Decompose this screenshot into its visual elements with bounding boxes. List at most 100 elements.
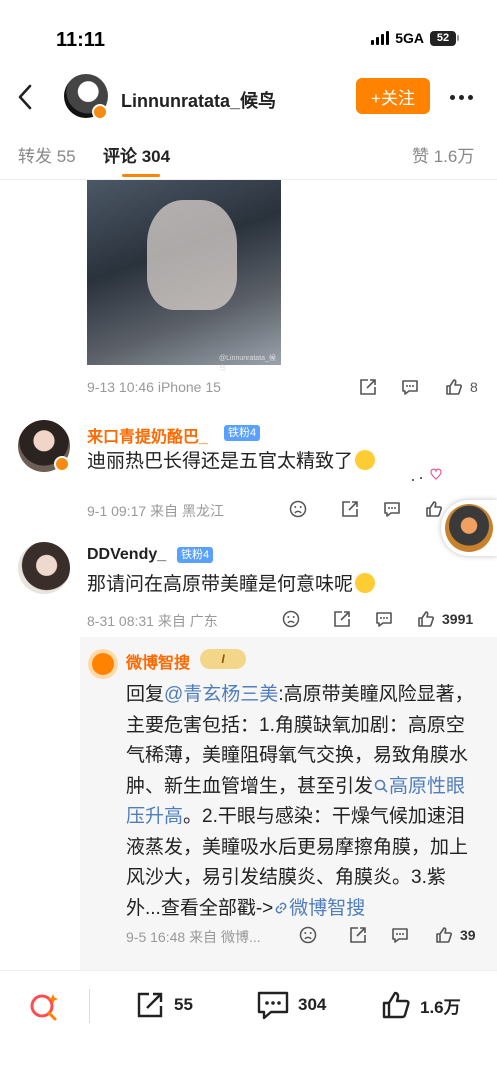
thumbs-up-icon [418,611,434,627]
share-icon [334,611,350,627]
commenter-name[interactable]: DDVendy_ [87,546,166,564]
laughing-emoji-icon [355,450,376,470]
thumbs-up-icon [426,501,442,517]
comment-feed[interactable]: @Linnunratata_候鸟 9-13 10:46 iPhone 15 8 … [0,180,497,970]
dislike-button[interactable] [281,609,301,629]
heart-sticker-icon [412,468,442,481]
chevron-left-icon [18,84,32,110]
share-button[interactable] [348,925,368,945]
comment-icon [384,502,400,517]
reply-location: 来自 微博... [189,929,261,945]
source-link[interactable]: 微博智搜 [273,898,365,919]
reply-button[interactable] [390,925,410,945]
thumbs-up-icon [382,991,410,1019]
frown-face-icon [289,500,307,518]
divider [89,989,90,1023]
like-count: 3991 [442,611,474,627]
comment-icon [402,380,418,395]
floating-author-avatar[interactable] [441,500,497,556]
reply-button[interactable] [382,499,402,519]
active-tab-indicator [122,174,160,177]
like-count: 39 [460,927,476,943]
verified-badge-icon [92,104,108,120]
like-button[interactable]: 39 [434,925,476,945]
ai-search-icon [30,994,58,1021]
repost-count: 55 [174,995,193,1014]
like-post-button[interactable]: 1.6万 [380,989,461,1021]
commenter-name[interactable]: 来口青提奶酪巴_ [87,423,208,447]
share-icon [342,501,358,517]
share-button[interactable] [332,609,352,629]
repost-icon [137,992,163,1018]
crown-level-badge: I [200,649,246,669]
fan-level-badge: 铁粉4 [177,547,214,563]
dislike-button[interactable] [288,499,308,519]
comment-meta: 9-13 10:46 iPhone 15 [87,379,221,395]
verified-badge-icon [54,456,70,472]
like-count: 1.6万 [420,997,461,1017]
network-type: 5GA [395,30,424,46]
reply-button[interactable] [400,377,420,397]
share-button[interactable] [358,377,378,397]
follow-button[interactable]: +关注 [356,78,430,114]
like-button[interactable] [424,499,444,519]
repost-button[interactable]: 55 [134,989,193,1021]
comment-location: 来自 黑龙江 [150,503,224,519]
signal-icon [371,31,390,45]
comment-device: iPhone 15 [157,379,221,395]
bottom-action-bar: 55 304 1.6万 [0,970,497,1080]
status-bar: 11:11 5GA 52 [0,0,497,70]
like-count: 8 [470,379,478,395]
search-icon [374,779,388,793]
frown-face-icon [299,926,317,944]
author-name[interactable]: Linnunratata_候鸟 [121,87,276,113]
share-icon [350,927,366,943]
like-button[interactable]: 8 [444,377,478,397]
mention-link[interactable]: @青玄杨三美 [164,684,278,705]
detail-tabs: 转发 55 评论 304 赞 1.6万 [0,125,497,180]
post-header: Linnunratata_候鸟 +关注 [0,70,497,125]
comment-meta: 9-1 09:17 来自 黑龙江 [87,501,224,521]
reply-date: 9-5 16:48 [126,929,186,945]
author-avatar[interactable] [64,74,108,120]
reply-button[interactable] [374,609,394,629]
thumbs-up-icon [446,379,462,395]
comment-date: 9-13 10:46 [87,379,154,395]
share-icon [360,379,376,395]
status-time: 11:11 [56,29,105,51]
comment-location: 来自 广东 [157,613,218,629]
comment-button[interactable]: 304 [256,989,326,1021]
commenter-avatar[interactable] [18,542,70,594]
more-options-icon[interactable] [450,84,473,110]
crying-emoji-icon [355,573,376,593]
tab-comments[interactable]: 评论 304 [103,142,170,167]
thumbs-up-icon [436,927,452,943]
comment-text: 那请问在高原带美瞳是何意味呢 [87,571,376,599]
ai-search-button[interactable] [26,989,62,1025]
frown-face-icon [282,610,300,628]
comment-date: 8-31 08:31 [87,613,154,629]
battery-level: 52 [430,30,456,46]
comment-meta: 8-31 08:31 来自 广东 [87,611,218,631]
comment-image[interactable]: @Linnunratata_候鸟 [87,180,281,372]
fan-level-badge: 铁粉4 [224,425,261,441]
comment-text: 迪丽热巴长得还是五官太精致了 [87,448,376,476]
reply-author-name[interactable]: 微博智搜 [126,649,190,673]
tab-repost[interactable]: 转发 55 [18,142,76,167]
nested-reply: 微博智搜 I 回复@青玄杨三美:高原带美瞳风险显著，主要危害包括：1.角膜缺氧加… [80,637,497,970]
tab-likes[interactable]: 赞 1.6万 [412,142,474,167]
comment-icon [376,612,392,627]
comment-icon [392,928,408,943]
comment-date: 9-1 09:17 [87,503,147,519]
link-icon [275,902,287,913]
weibo-ai-avatar[interactable] [88,649,118,679]
like-button[interactable]: 3991 [416,609,473,629]
share-button[interactable] [340,499,360,519]
back-button[interactable] [10,80,40,114]
status-indicators: 5GA 52 [371,30,459,46]
dislike-button[interactable] [298,925,318,945]
commenter-avatar[interactable] [18,420,70,472]
comment-icon [257,991,289,1020]
comment-count: 304 [298,995,327,1014]
image-watermark: @Linnunratata_候鸟 [219,355,276,372]
